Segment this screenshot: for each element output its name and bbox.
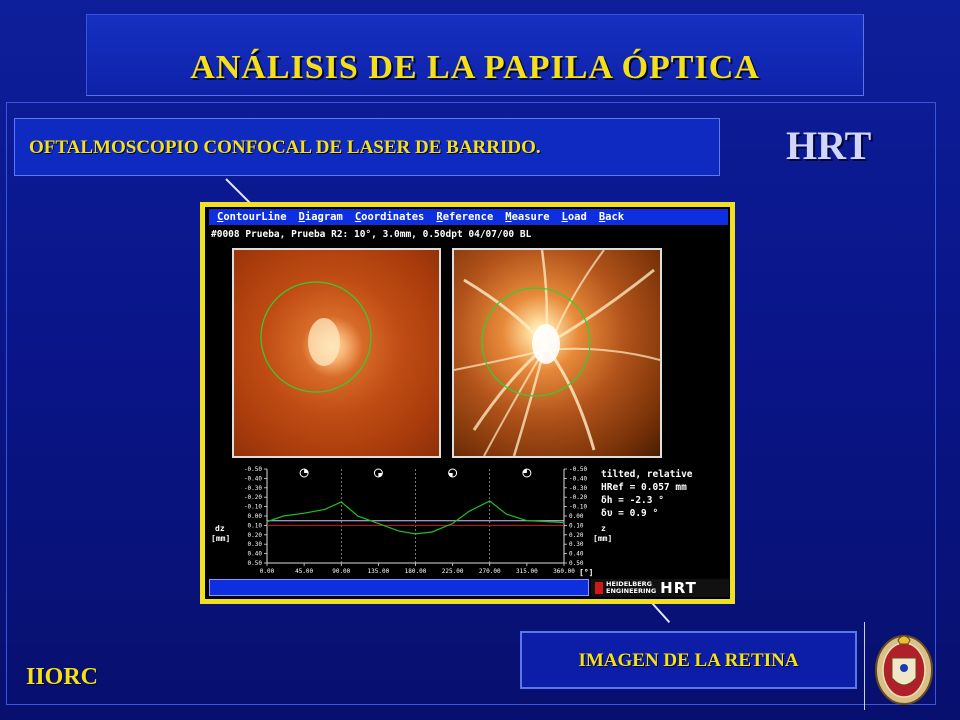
- y-tick-label-right: -0.10: [569, 504, 587, 511]
- stats-line-1: tilted, relative: [601, 469, 693, 480]
- y-tick-label-left: -0.20: [244, 494, 262, 501]
- menu-item-back[interactable]: Back: [599, 209, 624, 225]
- logo-mark-icon: [595, 582, 603, 594]
- profile-point: [563, 522, 565, 524]
- sector-icon-fill: [522, 469, 527, 473]
- menu-item-measure[interactable]: Measure: [505, 209, 549, 225]
- x-axis-unit: [°]: [579, 568, 593, 577]
- profile-point: [547, 521, 548, 523]
- y-tick-label-right: -0.40: [569, 475, 587, 482]
- x-tick-label: 180.00: [405, 568, 427, 575]
- y-tick-label-left: -0.50: [244, 466, 262, 473]
- sector-icon-fill: [378, 473, 383, 477]
- software-menubar: ContourLine Diagram Coordinates Reference Me…: [209, 209, 728, 225]
- menu-label: iagram: [304, 211, 343, 223]
- reflectance-image: [232, 248, 441, 458]
- y-tick-label-left: 0.20: [248, 532, 263, 539]
- image-caption: IMAGEN DE LA RETINA: [578, 650, 799, 671]
- vessel-overlay: [454, 250, 660, 456]
- stats-line-2: HRef = 0.057 mm: [601, 482, 687, 493]
- menu-item-contourline[interactable]: ContourLine: [217, 209, 287, 225]
- profile-point: [340, 501, 342, 503]
- topography-image: [452, 248, 662, 458]
- y-tick-label-left: 0.10: [248, 522, 263, 529]
- sector-icon-fill: [448, 473, 453, 477]
- profile-point: [283, 515, 284, 517]
- title-box: ANÁLISIS DE LA PAPILA ÓPTICA: [86, 14, 864, 96]
- profile-point: [468, 510, 470, 512]
- y-tick-label-right: -0.20: [569, 494, 587, 501]
- y-tick-label-left: -0.40: [244, 475, 262, 482]
- y-tick-label-left: -0.10: [244, 504, 262, 511]
- menu-label: ack: [605, 211, 625, 223]
- profile-point: [489, 500, 491, 502]
- y-tick-label-right: 0.50: [569, 560, 584, 567]
- profile-point: [431, 531, 433, 533]
- left-axis-label: dz: [215, 524, 225, 533]
- software-statusbar: [209, 579, 589, 596]
- y-tick-label-right: 0.00: [569, 513, 584, 520]
- right-axis-unit: [mm]: [593, 534, 612, 543]
- y-tick-label-right: 0.10: [569, 522, 584, 529]
- contour-circle-left: [260, 281, 372, 393]
- x-tick-label: 360.00: [553, 568, 575, 575]
- organization-label: IIORC: [26, 664, 99, 690]
- profile-point: [303, 512, 305, 514]
- x-tick-label: 135.00: [368, 568, 390, 575]
- right-axis-label: z: [601, 524, 606, 533]
- y-tick-label-right: 0.30: [569, 541, 584, 548]
- y-tick-label-left: 0.50: [248, 560, 263, 567]
- university-seal-icon: [875, 635, 933, 705]
- hrt-screenshot: ContourLine Diagram Coordinates Reference Me…: [200, 202, 735, 604]
- profile-point: [452, 523, 454, 525]
- patient-info-line: #0008 Prueba, Prueba R2: 10°, 3.0mm, 0.5…: [211, 229, 532, 240]
- subtitle-box: OFTALMOSCOPIO CONFOCAL DE LASER DE BARRI…: [14, 118, 720, 176]
- slide-subtitle: OFTALMOSCOPIO CONFOCAL DE LASER DE BARRI…: [29, 137, 541, 158]
- left-axis-unit: [mm]: [211, 534, 230, 543]
- x-tick-label: 270.00: [479, 568, 501, 575]
- menu-label: oordinates: [361, 211, 425, 223]
- x-tick-label: 90.00: [332, 568, 350, 575]
- stats-line-4: δυ = 0.9 °: [601, 508, 658, 519]
- profile-point: [377, 523, 379, 525]
- y-tick-label-left: 0.00: [248, 513, 263, 520]
- profile-point: [505, 513, 507, 515]
- profile-point: [415, 533, 416, 535]
- profile-point: [266, 521, 268, 523]
- x-tick-label: 315.00: [516, 568, 538, 575]
- menu-item-coordinates[interactable]: Coordinates: [355, 209, 425, 225]
- y-tick-label-right: -0.30: [569, 485, 587, 492]
- height-profile-chart: -0.50 -0.40 -0.30 -0.20 -0.10 0.00 0.10 0.20 0.3…: [211, 466, 693, 577]
- x-tick-label: 0.00: [260, 568, 275, 575]
- sector-icon-fill: [304, 469, 309, 473]
- profile-point: [526, 520, 528, 522]
- menu-label: oad: [567, 211, 587, 223]
- profile-point: [357, 515, 359, 517]
- stats-line-3: δh = -2.3 °: [601, 495, 664, 506]
- caption-box: IMAGEN DE LA RETINA: [520, 631, 857, 689]
- logo-hrt-text: HRT: [660, 579, 697, 597]
- y-tick-label-left: 0.30: [248, 541, 263, 548]
- menu-item-load[interactable]: Load: [562, 209, 587, 225]
- menu-label: easure: [511, 211, 550, 223]
- y-tick-label-left: 0.40: [248, 551, 263, 558]
- menu-item-reference[interactable]: Reference: [436, 209, 493, 225]
- x-tick-label: 45.00: [295, 568, 313, 575]
- menu-label: ontourLine: [223, 211, 287, 223]
- y-tick-label-left: -0.30: [244, 485, 262, 492]
- slide-title: ANÁLISIS DE LA PAPILA ÓPTICA: [190, 49, 760, 86]
- footer-divider: [864, 622, 865, 710]
- profile-point: [324, 508, 326, 510]
- logo-line-2: ENGINEERING: [606, 587, 657, 595]
- y-tick-label-right: 0.40: [569, 551, 584, 558]
- device-label: HRT: [786, 123, 872, 168]
- x-tick-label: 225.00: [442, 568, 464, 575]
- y-tick-label-right: -0.50: [569, 466, 587, 473]
- menu-label: eference: [442, 211, 494, 223]
- y-tick-label-right: 0.20: [569, 532, 584, 539]
- heidelberg-logo: HEIDELBERG ENGINEERING HRT: [591, 579, 729, 597]
- menu-item-diagram[interactable]: Diagram: [299, 209, 343, 225]
- profile-point: [398, 530, 400, 532]
